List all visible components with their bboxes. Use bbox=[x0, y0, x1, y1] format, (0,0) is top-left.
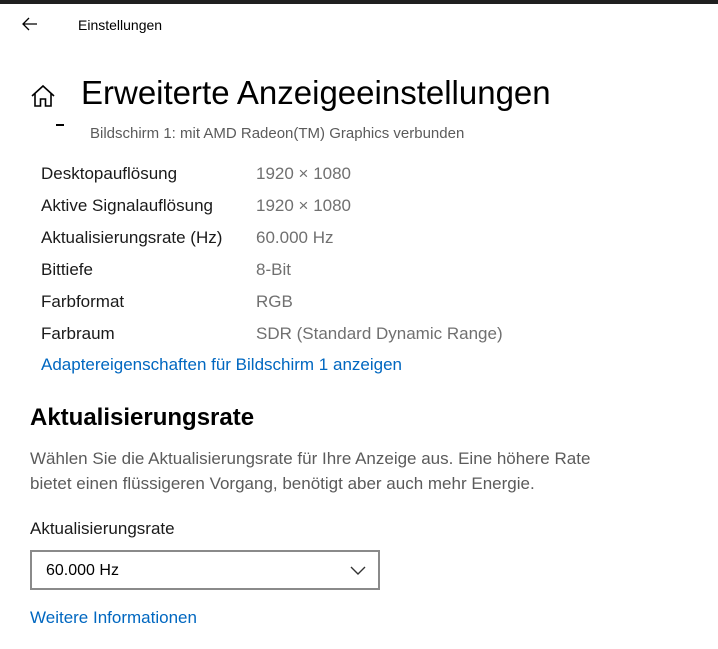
info-label-color-space: Farbraum bbox=[41, 324, 115, 343]
window-title: Einstellungen bbox=[78, 17, 163, 33]
refresh-rate-dropdown[interactable]: 60.000 Hz bbox=[30, 550, 380, 590]
back-button[interactable] bbox=[12, 8, 48, 40]
info-row: Aktualisierungsrate (Hz) 60.000 Hz bbox=[41, 222, 641, 254]
display-info-table: Desktopauflösung 1920 × 1080 Aktive Sign… bbox=[41, 158, 641, 350]
title-bar: Einstellungen bbox=[0, 4, 718, 46]
page-title: Erweiterte Anzeigeeinstellungen bbox=[81, 74, 551, 111]
info-label-bit-depth: Bittiefe bbox=[41, 260, 93, 279]
home-icon bbox=[31, 84, 55, 107]
info-value-active-signal-resolution: 1920 × 1080 bbox=[256, 196, 352, 215]
refresh-rate-selected-value: 60.000 Hz bbox=[46, 562, 119, 579]
refresh-rate-dropdown-label: Aktualisierungsrate bbox=[30, 519, 175, 538]
info-value-color-space: SDR (Standard Dynamic Range) bbox=[256, 324, 503, 343]
info-label-desktop-resolution: Desktopauflösung bbox=[41, 164, 178, 183]
info-label-color-format: Farbformat bbox=[41, 292, 125, 311]
settings-page: Einstellungen Erweiterte Anzeigeeinstell… bbox=[0, 0, 718, 649]
info-label-active-signal-resolution: Aktive Signalauflösung bbox=[41, 196, 214, 215]
monitor-subtitle: Bildschirm 1: mit AMD Radeon(TM) Graphic… bbox=[90, 125, 465, 142]
info-row: Bittiefe 8-Bit bbox=[41, 254, 641, 286]
refresh-rate-heading: Aktualisierungsrate bbox=[30, 404, 255, 431]
info-row: Desktopauflösung 1920 × 1080 bbox=[41, 158, 641, 190]
arrow-left-icon bbox=[22, 17, 37, 31]
divider-mark bbox=[56, 124, 64, 126]
page-header: Erweiterte Anzeigeeinstellungen bbox=[0, 70, 718, 130]
info-label-refresh-rate: Aktualisierungsrate (Hz) bbox=[41, 228, 223, 247]
info-value-color-format: RGB bbox=[256, 292, 293, 311]
info-value-desktop-resolution: 1920 × 1080 bbox=[256, 164, 352, 183]
more-info-link[interactable]: Weitere Informationen bbox=[30, 608, 197, 628]
info-value-refresh-rate: 60.000 Hz bbox=[256, 228, 334, 247]
info-value-bit-depth: 8-Bit bbox=[256, 260, 291, 279]
info-row: Aktive Signalauflösung 1920 × 1080 bbox=[41, 190, 641, 222]
adapter-properties-link[interactable]: Adaptereigenschaften für Bildschirm 1 an… bbox=[41, 355, 402, 375]
info-row: Farbraum SDR (Standard Dynamic Range) bbox=[41, 318, 641, 350]
info-row: Farbformat RGB bbox=[41, 286, 641, 318]
refresh-rate-description: Wählen Sie die Aktualisierungsrate für I… bbox=[30, 449, 591, 493]
chevron-down-icon bbox=[350, 566, 366, 575]
